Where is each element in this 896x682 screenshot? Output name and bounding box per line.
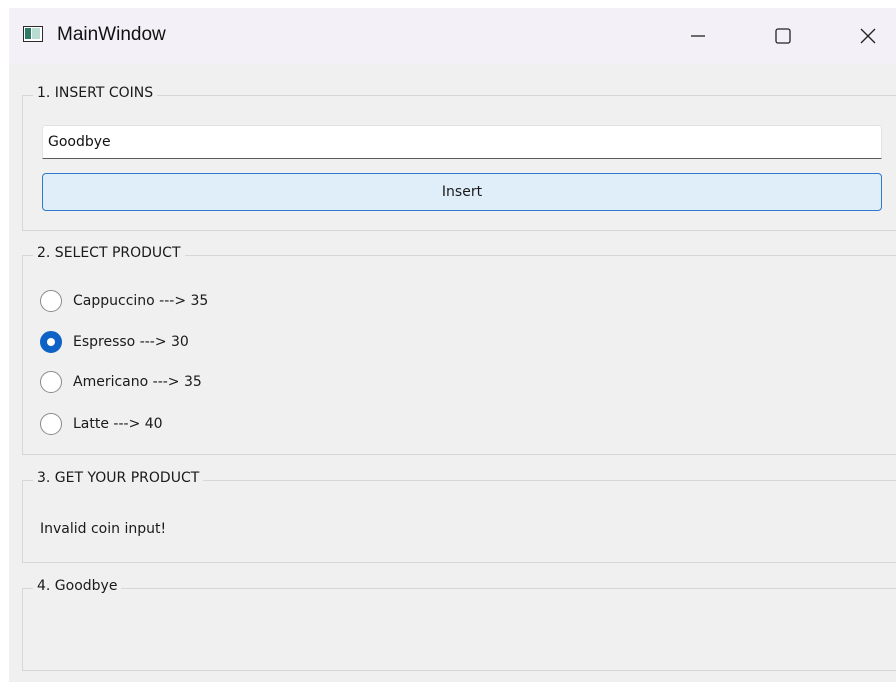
app-icon bbox=[23, 26, 43, 42]
radio-cappuccino[interactable]: Cappuccino ---> 35 bbox=[40, 288, 208, 314]
radio-label: Americano ---> 35 bbox=[73, 374, 202, 390]
title-bar[interactable]: MainWindow bbox=[9, 8, 896, 64]
maximize-button[interactable] bbox=[761, 16, 805, 56]
maximize-icon bbox=[775, 28, 791, 44]
radio-espresso[interactable]: Espresso ---> 30 bbox=[40, 329, 189, 355]
radio-indicator[interactable] bbox=[40, 331, 62, 353]
radio-indicator[interactable] bbox=[40, 290, 62, 312]
radio-latte[interactable]: Latte ---> 40 bbox=[40, 411, 163, 437]
select-product-group: 2. SELECT PRODUCT Cappuccino ---> 35 Esp… bbox=[22, 245, 896, 455]
goodbye-group: 4. Goodbye bbox=[22, 578, 896, 671]
window-title: MainWindow bbox=[57, 24, 166, 45]
insert-coins-title: 1. INSERT COINS bbox=[33, 85, 158, 101]
radio-label: Latte ---> 40 bbox=[73, 416, 163, 432]
minimize-button[interactable] bbox=[676, 16, 720, 56]
get-product-group: 3. GET YOUR PRODUCT Invalid coin input! bbox=[22, 470, 896, 563]
radio-label: Cappuccino ---> 35 bbox=[73, 293, 209, 309]
radio-americano[interactable]: Americano ---> 35 bbox=[40, 369, 202, 395]
status-message: Invalid coin input! bbox=[40, 521, 167, 537]
get-product-title: 3. GET YOUR PRODUCT bbox=[33, 470, 204, 486]
coin-input[interactable] bbox=[42, 125, 882, 159]
radio-indicator[interactable] bbox=[40, 371, 62, 393]
radio-indicator[interactable] bbox=[40, 413, 62, 435]
close-button[interactable] bbox=[846, 16, 890, 56]
radio-label: Espresso ---> 30 bbox=[73, 334, 189, 350]
select-product-title: 2. SELECT PRODUCT bbox=[33, 245, 185, 261]
main-window: MainWindow 1. INSERT COINS Insert 2. SEL… bbox=[9, 8, 896, 682]
insert-coins-group: 1. INSERT COINS Insert bbox=[22, 85, 896, 231]
minimize-icon bbox=[691, 35, 705, 37]
insert-button[interactable]: Insert bbox=[42, 173, 882, 211]
close-icon bbox=[860, 28, 876, 44]
goodbye-title: 4. Goodbye bbox=[33, 578, 122, 594]
